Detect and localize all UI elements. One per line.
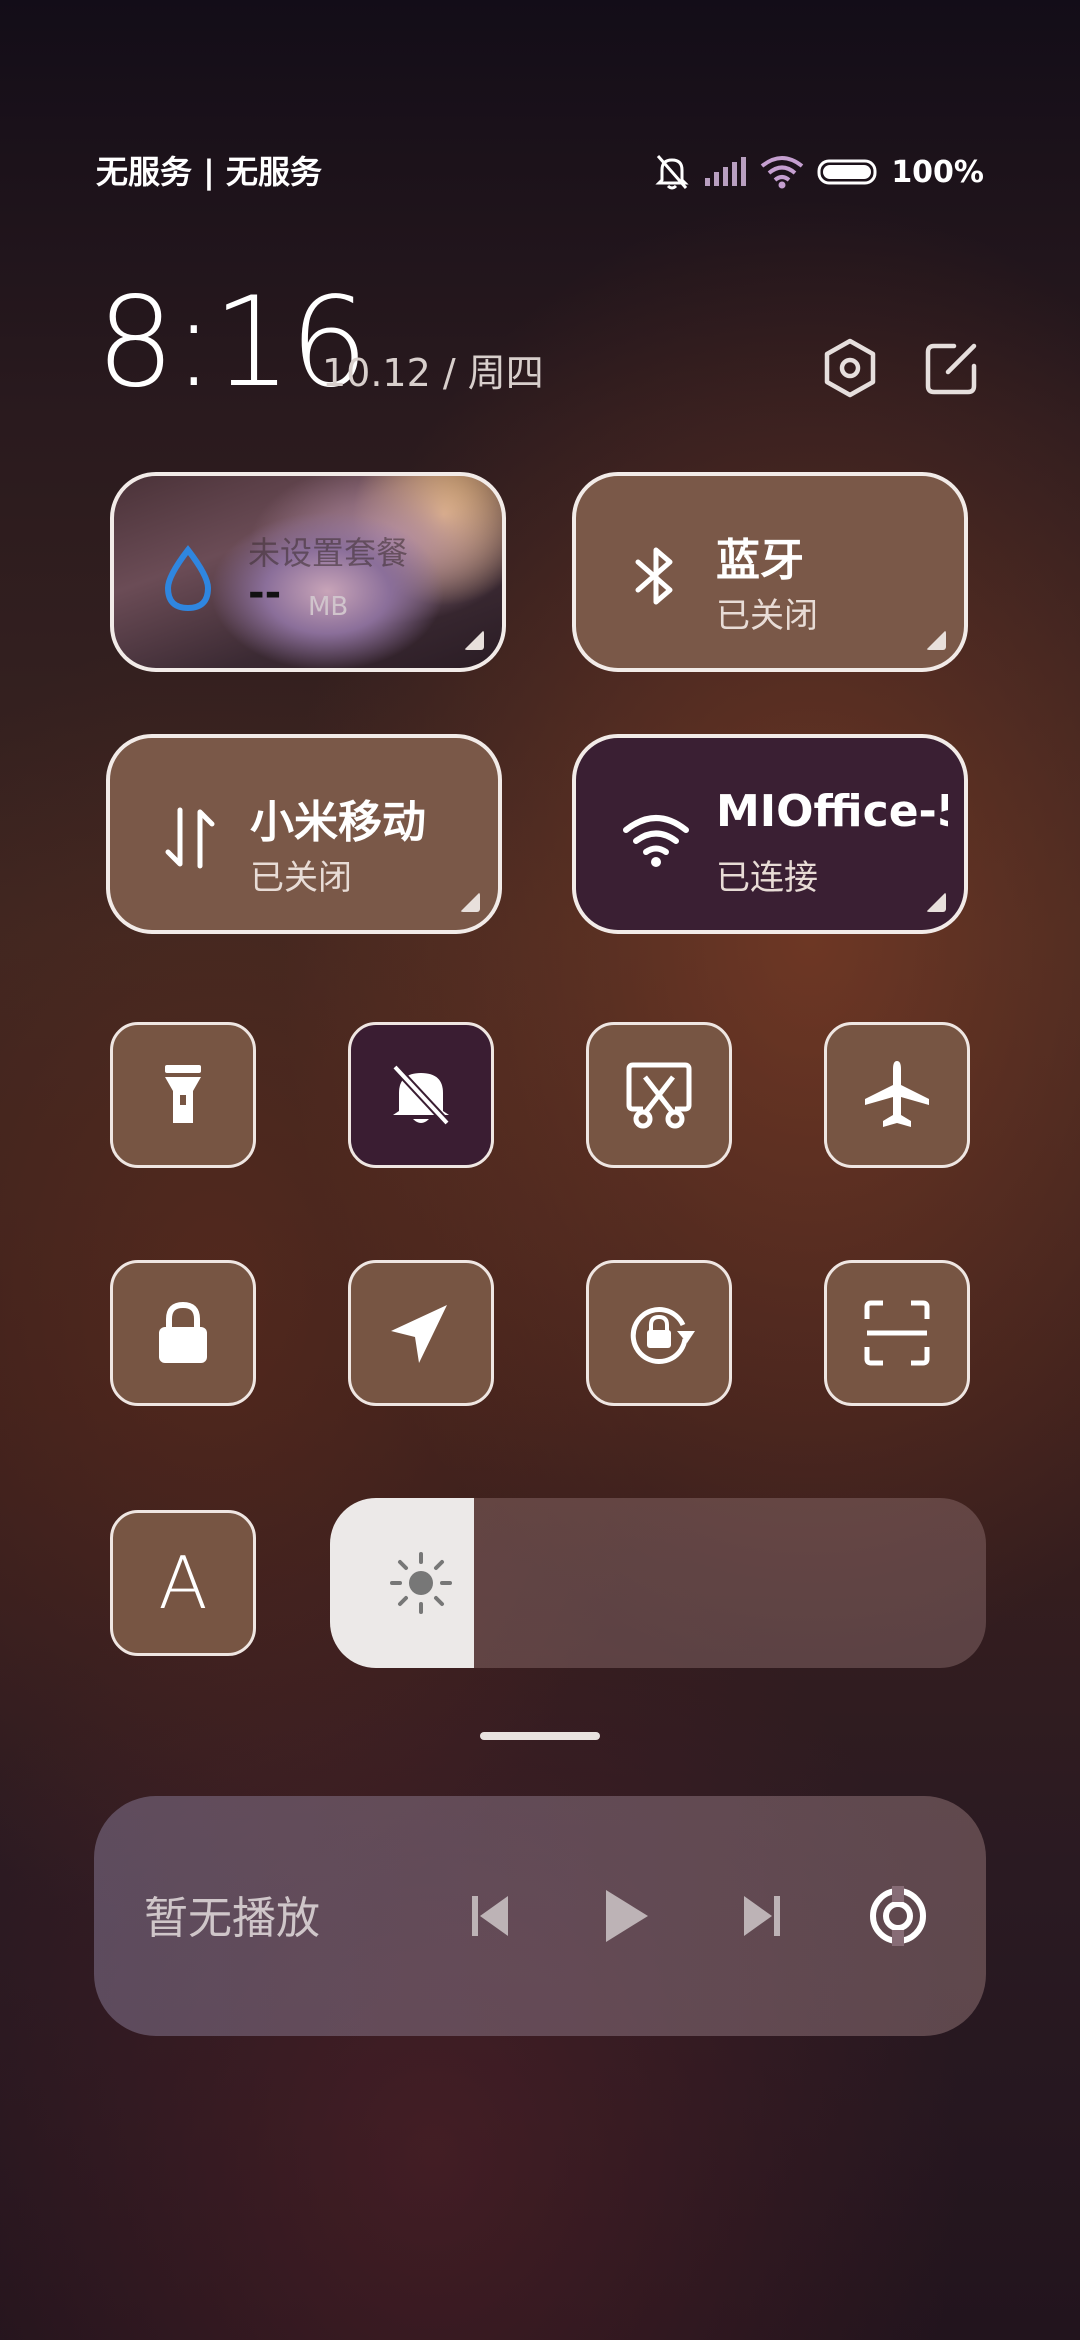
bluetooth-label: 蓝牙 (716, 535, 804, 586)
status-icons: 100% (653, 148, 984, 196)
sun-icon (390, 1552, 452, 1614)
auto-brightness-toggle[interactable]: A (110, 1510, 256, 1656)
next-button[interactable] (722, 1876, 802, 1956)
data-arrows-icon (165, 807, 215, 869)
play-icon (606, 1890, 648, 1942)
cast-icon (870, 1886, 926, 1946)
signal-icon (705, 157, 747, 186)
mobile-data-label: 小米移动 (250, 797, 426, 848)
edit-icon (925, 343, 977, 395)
bluetooth-tile[interactable]: 蓝牙 已关闭 (572, 472, 968, 672)
auto-brightness-label: A (158, 1541, 208, 1625)
mute-icon (392, 1064, 450, 1126)
water-drop-icon (164, 545, 212, 612)
mute-bell-icon (655, 155, 689, 190)
data-usage-tile[interactable]: 未设置套餐 -- MB (110, 472, 506, 672)
status-bar: 无服务 | 无服务 100% (96, 148, 984, 196)
brightness-slider[interactable] (330, 1498, 986, 1668)
location-icon (391, 1305, 447, 1363)
airplane-mode-toggle[interactable] (824, 1022, 970, 1168)
carrier-text: 无服务 | 无服务 (96, 153, 322, 191)
rotation-lock-icon (630, 1307, 695, 1365)
lock-screen-toggle[interactable] (110, 1260, 256, 1406)
data-usage-value: -- (248, 570, 282, 616)
flashlight-icon (165, 1065, 201, 1123)
screenshot-icon (626, 1062, 692, 1129)
expand-corner-icon (926, 630, 946, 650)
drag-handle[interactable] (480, 1732, 600, 1740)
expand-corner-icon (464, 630, 484, 650)
bluetooth-icon (635, 547, 673, 605)
date-text: 10.12 / 周四 (322, 351, 544, 395)
wifi-network-name: MIOffice-5 (716, 786, 948, 837)
rotation-lock-toggle[interactable] (586, 1260, 732, 1406)
media-status-text: 暂无播放 (144, 1893, 320, 1944)
battery-icon (817, 159, 877, 185)
flashlight-toggle[interactable] (110, 1022, 256, 1168)
cast-button[interactable] (858, 1876, 938, 1956)
wifi-tile[interactable]: MIOffice-5 已连接 (572, 734, 968, 934)
edit-button[interactable] (920, 336, 984, 400)
expand-corner-icon (926, 892, 946, 912)
lock-icon (159, 1301, 207, 1363)
data-usage-unit: MB (308, 592, 349, 622)
hex-settings-icon (824, 338, 876, 398)
data-plan-label: 未设置套餐 (248, 534, 409, 572)
media-player-card[interactable]: 暂无播放 (94, 1796, 986, 2036)
mute-toggle[interactable] (348, 1022, 494, 1168)
wifi-icon (623, 815, 689, 867)
mobile-data-tile[interactable]: 小米移动 已关闭 (106, 734, 502, 934)
settings-button[interactable] (818, 336, 882, 400)
wifi-icon (761, 156, 804, 189)
bluetooth-status: 已关闭 (716, 596, 818, 636)
wifi-status: 已连接 (716, 858, 818, 898)
location-toggle[interactable] (348, 1260, 494, 1406)
airplane-icon (865, 1061, 929, 1127)
next-icon (744, 1896, 780, 1936)
expand-corner-icon (460, 892, 480, 912)
play-button[interactable] (586, 1876, 666, 1956)
battery-percent: 100% (891, 154, 984, 190)
scanner-toggle[interactable] (824, 1260, 970, 1406)
mobile-data-status: 已关闭 (250, 858, 352, 898)
previous-icon (472, 1896, 508, 1936)
screenshot-toggle[interactable] (586, 1022, 732, 1168)
previous-button[interactable] (450, 1876, 530, 1956)
scanner-icon (864, 1300, 930, 1366)
